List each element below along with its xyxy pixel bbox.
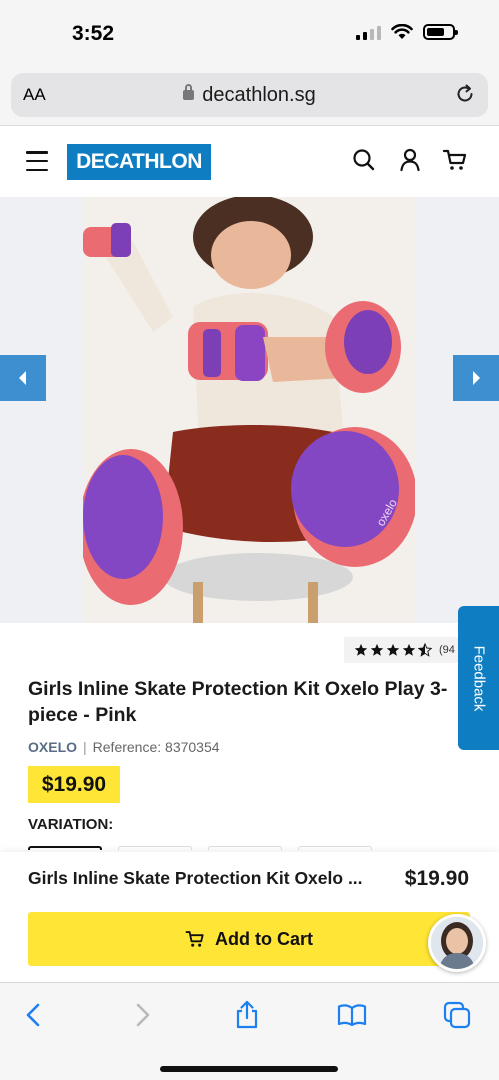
rating-count: (94 [439,644,455,656]
forward-icon[interactable] [126,999,158,1031]
variation-swatch[interactable] [118,846,192,850]
browser-toolbar [0,982,499,1080]
product-image[interactable]: oxelo [83,197,415,623]
feedback-label: Feedback [470,645,487,711]
star-full-icon [354,643,368,656]
cellular-signal-icon [356,24,381,40]
brand-link[interactable]: OXELO [28,739,77,755]
variation-swatch-selected[interactable] [28,846,102,850]
meta-separator: | [83,739,87,755]
variation-label: VARIATION: [28,816,114,833]
menu-icon[interactable] [26,151,48,171]
search-icon[interactable] [351,147,377,173]
sticky-price: $19.90 [404,867,469,890]
product-rating[interactable]: (94 [344,637,458,663]
sticky-purchase-bar: Girls Inline Skate Protection Kit Oxelo … [0,852,499,982]
battery-icon [423,24,458,40]
carousel-next-button[interactable] [453,355,499,401]
sticky-product-name: Girls Inline Skate Protection Kit Oxelo … [28,868,363,888]
carousel-prev-button[interactable] [0,355,46,401]
product-title: Girls Inline Skate Protection Kit Oxelo … [28,678,448,726]
star-full-icon [386,643,400,656]
site-header: DECATHLON [0,127,499,197]
url-display[interactable]: decathlon.sg [11,84,488,107]
status-icons [356,24,458,40]
status-time: 3:52 [72,22,115,45]
browser-address-area: AA decathlon.sg [0,64,499,126]
back-icon[interactable] [18,999,50,1031]
address-bar[interactable]: AA decathlon.sg [11,73,488,117]
decathlon-logo[interactable]: DECATHLON [67,144,211,180]
chevron-left-icon [19,371,26,385]
lock-icon [183,84,195,100]
account-icon[interactable] [397,147,423,173]
star-full-icon [370,643,384,656]
variation-swatch[interactable] [208,846,282,850]
add-to-cart-label: Add to Cart [215,928,313,949]
add-to-cart-button[interactable]: Add to Cart [28,912,470,966]
tabs-icon[interactable] [441,999,473,1031]
home-indicator[interactable] [160,1066,338,1072]
feedback-tab[interactable]: Feedback [458,606,499,750]
cart-icon [185,931,204,947]
product-reference: Reference: 8370354 [92,739,220,755]
reload-icon[interactable] [454,83,476,105]
share-icon[interactable] [231,999,263,1031]
cart-icon[interactable] [442,147,468,173]
product-meta: OXELO | Reference: 8370354 [28,739,220,755]
variation-swatch[interactable] [298,846,372,850]
price-badge: $19.90 [28,766,120,803]
star-half-icon [418,643,432,657]
star-full-icon [402,643,416,656]
status-bar: 3:52 [0,0,499,64]
product-image-carousel: oxelo [0,197,499,623]
chevron-right-icon [473,371,480,385]
bookmarks-icon[interactable] [336,999,368,1031]
wifi-icon [391,24,413,39]
chat-agent-avatar[interactable] [428,914,486,972]
url-text: decathlon.sg [202,84,316,106]
